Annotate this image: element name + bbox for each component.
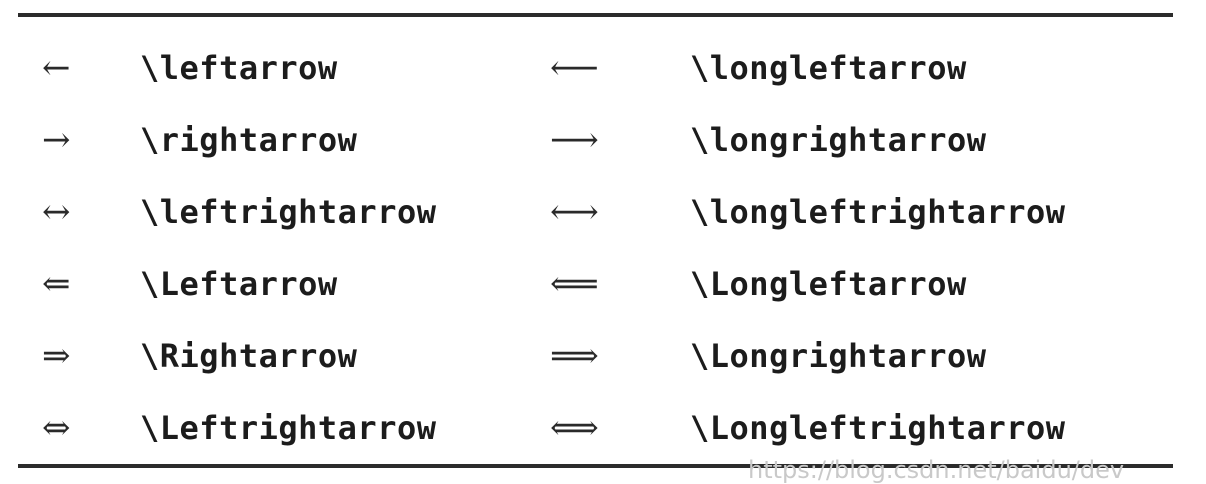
long-arrow-symbol: ⟹ [550, 336, 599, 376]
arrow-symbol: ⇔ [42, 408, 71, 448]
latex-command: \Leftarrow [140, 265, 338, 303]
long-arrow-symbol: ⟸ [550, 264, 599, 304]
arrow-symbol: ⇐ [42, 264, 71, 304]
arrow-symbol: ↔ [42, 192, 71, 232]
latex-command: \Rightarrow [140, 337, 358, 375]
table-row: ⇒ \Rightarrow ⟹ \Longrightarrow [0, 320, 1206, 392]
long-latex-command: \longleftarrow [690, 49, 967, 87]
long-arrow-symbol: ⟵ [550, 48, 599, 88]
long-latex-command: \Longleftarrow [690, 265, 967, 303]
table-row: ↔ \leftrightarrow ⟷ \longleftrightarrow [0, 176, 1206, 248]
long-arrow-symbol: ⟺ [550, 408, 599, 448]
long-latex-command: \Longrightarrow [690, 337, 987, 375]
table-row: ← \leftarrow ⟵ \longleftarrow [0, 32, 1206, 104]
arrow-symbol: ⇒ [42, 336, 71, 376]
latex-command: \Leftrightarrow [140, 409, 437, 447]
arrow-symbol: → [42, 120, 71, 160]
latex-command: \leftrightarrow [140, 193, 437, 231]
table-row: → \rightarrow ⟶ \longrightarrow [0, 104, 1206, 176]
table-row: ⇐ \Leftarrow ⟸ \Longleftarrow [0, 248, 1206, 320]
arrow-symbol: ← [42, 48, 71, 88]
long-latex-command: \longleftrightarrow [690, 193, 1066, 231]
long-latex-command: \longrightarrow [690, 121, 987, 159]
long-arrow-symbol: ⟷ [550, 192, 599, 232]
latex-command: \rightarrow [140, 121, 358, 159]
top-rule [18, 13, 1173, 17]
watermark-url: https://blog.csdn.net/baidu/dev [748, 456, 1125, 484]
long-latex-command: \Longleftrightarrow [690, 409, 1066, 447]
latex-command: \leftarrow [140, 49, 338, 87]
long-arrow-symbol: ⟶ [550, 120, 599, 160]
table-row: ⇔ \Leftrightarrow ⟺ \Longleftrightarrow [0, 392, 1206, 464]
